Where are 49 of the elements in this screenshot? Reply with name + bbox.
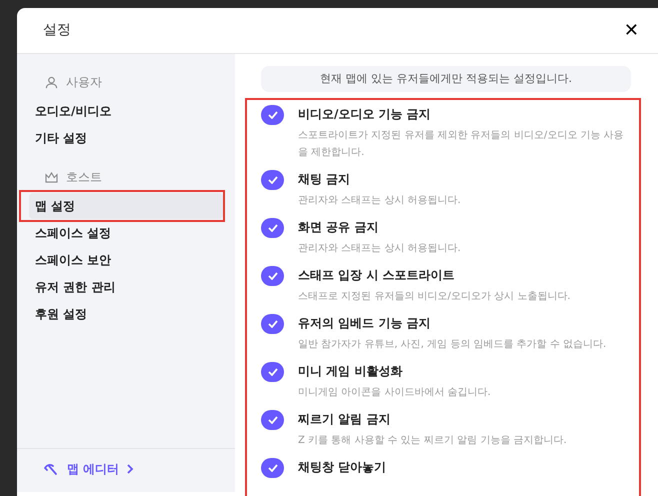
checkbox[interactable]: [261, 410, 284, 430]
checkmark-icon: [268, 464, 278, 472]
checkbox[interactable]: [261, 266, 284, 286]
checkmark-icon: [268, 416, 278, 424]
checkmark-icon: [268, 368, 278, 376]
chevron-right-icon: [127, 464, 134, 474]
section-heading: 사용자: [66, 74, 102, 91]
hammer-icon: [43, 462, 59, 476]
checkmark-icon: [268, 176, 278, 184]
option-description: 일반 참가자가 유튜브, 사진, 게임 등의 임베드를 추가할 수 없습니다.: [298, 338, 606, 352]
option-title: 찌르기 알림 금지: [298, 411, 392, 428]
close-button[interactable]: ✕: [624, 22, 639, 40]
sidebar-item[interactable]: 맵 설정: [29, 193, 223, 219]
map-editor-link[interactable]: 맵 에디터: [43, 460, 134, 478]
sidebar-item[interactable]: 스페이스 보안: [29, 247, 223, 273]
option-title: 유저의 임베드 기능 금지: [298, 315, 432, 332]
checkmark-icon: [268, 320, 278, 328]
checkbox[interactable]: [261, 362, 284, 382]
checkmark-icon: [268, 224, 278, 232]
sidebar-item[interactable]: 유저 권한 관리: [29, 274, 223, 300]
sidebar-item[interactable]: 기타 설정: [29, 125, 223, 151]
option-description: Z 키를 통해 사용할 수 있는 찌르기 알림 기능을 금지합니다.: [298, 434, 567, 448]
checkbox[interactable]: [261, 314, 284, 334]
sidebar-item[interactable]: 후원 설정: [29, 301, 223, 327]
checkbox[interactable]: [261, 458, 284, 478]
link-label: 맵 에디터: [67, 460, 120, 478]
option-description: 관리자와 스태프는 상시 허용됩니다.: [298, 194, 461, 208]
option-title: 스태프 입장 시 스포트라이트: [298, 267, 456, 284]
sidebar-item[interactable]: 오디오/비디오: [29, 98, 223, 124]
dialog-title: 설정: [43, 21, 71, 40]
section-heading: 호스트: [66, 169, 102, 186]
option-title: 채팅창 닫아놓기: [298, 459, 386, 476]
crown-icon: [45, 172, 58, 182]
option-title: 채팅 금지: [298, 171, 352, 188]
option-title: 미니 게임 비활성화: [298, 363, 404, 380]
option-title: 화면 공유 금지: [298, 219, 380, 236]
checkbox[interactable]: [261, 218, 284, 238]
option-description: 스태프로 지정된 유저들의 비디오/오디오가 상시 노출됩니다.: [298, 290, 570, 304]
option-description: 미니게임 아이콘을 사이드바에서 숨깁니다.: [298, 386, 491, 400]
checkmark-icon: [268, 111, 278, 119]
notice-banner: 현재 맵에 있는 유저들에게만 적용되는 설정입니다.: [261, 66, 631, 92]
person-icon: [45, 76, 58, 88]
checkmark-icon: [268, 272, 278, 280]
option-description: 스포트라이트가 지정된 유저를 제외한 유저들의 비디오/오디오 기능 사용을 제한합니다.: [298, 129, 625, 160]
option-title: 비디오/오디오 기능 금지: [298, 106, 432, 123]
checkbox[interactable]: [261, 105, 284, 125]
checkbox[interactable]: [261, 170, 284, 190]
option-description: 관리자와 스태프는 상시 허용됩니다.: [298, 242, 461, 256]
sidebar-item[interactable]: 스페이스 설정: [29, 220, 223, 246]
